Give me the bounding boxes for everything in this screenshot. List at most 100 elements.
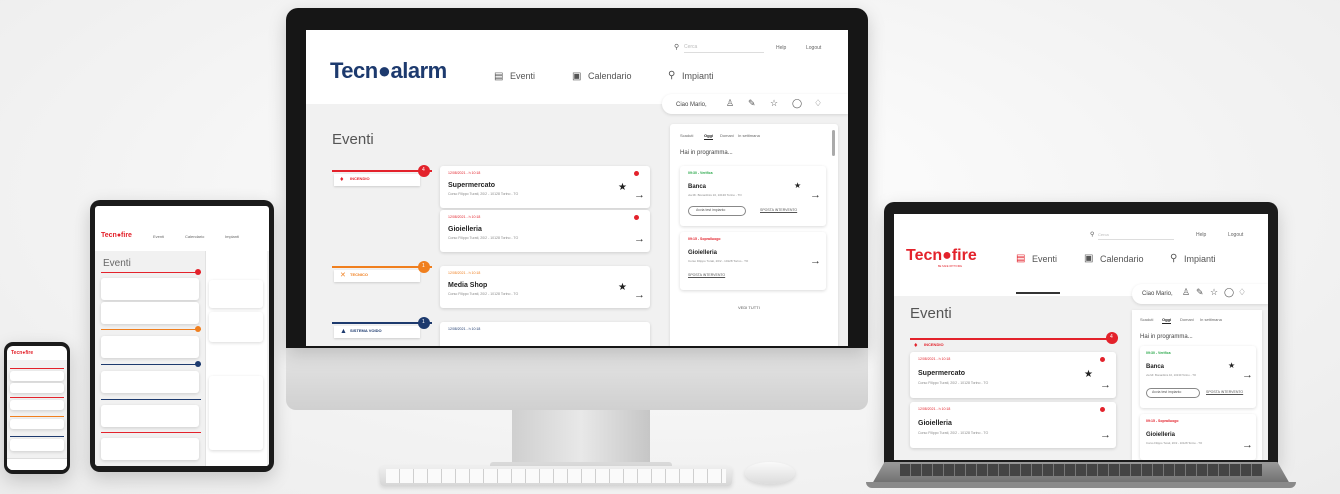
- desktop-screen: Tecn●alarm ▤ Eventi ▣ Calendario ⚲ Impia…: [306, 30, 848, 346]
- side-scrollbar[interactable]: [832, 130, 835, 156]
- tablet-device: Tecn●fire Eventi Calendario Impianti Eve…: [90, 200, 274, 472]
- side-tab[interactable]: In settimana: [1200, 318, 1222, 322]
- desktop-logout-link[interactable]: Logout: [806, 46, 821, 51]
- phone-card: [10, 383, 64, 393]
- laptop-search-input[interactable]: Cerca: [1098, 233, 1174, 240]
- arrow-right-icon[interactable]: →: [1100, 380, 1111, 391]
- desktop-brand-logo[interactable]: Tecn●alarm: [330, 60, 447, 82]
- event-address: Corso Filippo Turati, 20/2 - 10128 Torin…: [918, 431, 989, 435]
- search-icon[interactable]: ⚲: [1090, 232, 1094, 238]
- desktop-device: Tecn●alarm ▤ Eventi ▣ Calendario ⚲ Impia…: [286, 8, 868, 348]
- star-icon[interactable]: ☆: [1210, 288, 1218, 297]
- bell-icon[interactable]: ♢: [814, 99, 822, 108]
- pencil-icon[interactable]: ✎: [748, 99, 756, 108]
- tablet-group-line-fire: [101, 432, 201, 433]
- laptop-nav-calendar[interactable]: Calendario: [1100, 255, 1144, 264]
- tablet-side-card: [209, 376, 263, 450]
- laptop-help-link[interactable]: Help: [1196, 233, 1206, 238]
- tablet-event-card[interactable]: [101, 278, 199, 300]
- desktop-nav-calendar[interactable]: Calendario: [588, 72, 632, 81]
- move-intervention-link[interactable]: SPOSTA INTERVENTO: [1206, 390, 1243, 395]
- bell-icon[interactable]: ♢: [1238, 288, 1246, 297]
- chat-icon[interactable]: ◯: [1224, 288, 1234, 297]
- side-tab[interactable]: Domani: [720, 134, 734, 138]
- laptop-brand-tagline: BE SAFE WITH FIRE: [938, 265, 963, 268]
- favorite-star-icon[interactable]: ★: [618, 283, 627, 293]
- desktop-group-label-fire: [334, 174, 420, 186]
- devices-showcase: Tecn●fire Tecn●fire Eventi Calendario Im…: [0, 0, 1340, 494]
- appointment-title: Gioielleria: [1146, 432, 1176, 438]
- arrow-right-icon[interactable]: →: [1100, 430, 1111, 441]
- laptop-nav-events[interactable]: Eventi: [1032, 255, 1057, 264]
- tablet-event-card[interactable]: [101, 405, 199, 427]
- tablet-nav-events[interactable]: Eventi: [153, 235, 164, 239]
- phone-group-line-system: [10, 436, 64, 437]
- chat-icon[interactable]: ◯: [792, 99, 802, 108]
- tablet-nav-plants[interactable]: Impianti: [225, 235, 239, 239]
- event-date: 12/08/2021 - h 10:18: [918, 357, 951, 361]
- laptop-group-line-fire: [910, 338, 1116, 340]
- laptop-nav-plants[interactable]: Impianti: [1184, 255, 1216, 264]
- phone-card: [10, 371, 64, 381]
- tablet-screen: Tecn●fire Eventi Calendario Impianti Eve…: [95, 206, 269, 466]
- appointment-address: Corso Filippo Turati, 20/2 - 10128 Torin…: [1146, 441, 1203, 445]
- arrow-right-icon[interactable]: →: [810, 256, 821, 267]
- move-intervention-link[interactable]: SPOSTA INTERVENTO: [688, 273, 725, 278]
- side-tab[interactable]: Scaduti: [1140, 318, 1153, 322]
- tablet-group-count: [195, 269, 201, 275]
- tablet-group-line-system: [101, 364, 201, 365]
- favorite-star-icon[interactable]: ★: [1084, 370, 1093, 380]
- tablet-event-card[interactable]: [101, 438, 199, 460]
- desktop-search-input[interactable]: Cerca: [684, 45, 764, 53]
- desktop-help-link[interactable]: Help: [776, 46, 786, 51]
- arrow-right-icon[interactable]: →: [634, 234, 645, 245]
- arrow-right-icon[interactable]: →: [634, 290, 645, 301]
- search-icon[interactable]: ⚲: [674, 44, 679, 51]
- side-appointment-card[interactable]: 09:30 - Verifica Banca via Mr. Bonardini…: [1140, 346, 1256, 408]
- laptop-event-card[interactable]: 12/08/2021 - h 10:18 Supermercato Corso …: [910, 352, 1116, 398]
- side-tab[interactable]: Domani: [1180, 318, 1194, 322]
- move-intervention-link[interactable]: SPOSTA INTERVENTO: [760, 208, 797, 213]
- side-appointment-card[interactable]: 09:30 - Verifica Banca via Mr. Bonardini…: [680, 166, 826, 226]
- favorite-star-icon[interactable]: ★: [1228, 362, 1235, 370]
- appointment-time: 09:15 - Sopralluogo: [688, 237, 721, 241]
- user-icon[interactable]: ♙: [1182, 288, 1190, 297]
- side-appointment-card[interactable]: 09:15 - Sopralluogo Gioielleria Corso Fi…: [680, 232, 826, 290]
- desktop-event-card[interactable]: 12/08/2021 - h 10:18 Media Shop Corso Fi…: [440, 266, 650, 308]
- tablet-nav-calendar[interactable]: Calendario: [185, 235, 204, 239]
- desktop-group-line-fire: [332, 170, 432, 172]
- arrow-right-icon[interactable]: →: [1242, 370, 1253, 381]
- star-icon[interactable]: ☆: [770, 99, 778, 108]
- laptop-logout-link[interactable]: Logout: [1228, 233, 1243, 238]
- arrow-right-icon[interactable]: →: [810, 190, 821, 201]
- laptop-event-card[interactable]: 12/08/2021 - h 10:18 Gioielleria Corso F…: [910, 402, 1116, 448]
- desktop-nav-plants[interactable]: Impianti: [682, 72, 714, 81]
- side-appointment-card[interactable]: 09:15 - Sopralluogo Gioielleria Corso Fi…: [1140, 414, 1256, 460]
- favorite-star-icon[interactable]: ★: [618, 183, 627, 193]
- desktop-event-card[interactable]: 12/08/2021 - h 10:18: [440, 322, 650, 346]
- appointment-title: Banca: [1146, 364, 1165, 370]
- see-all-link[interactable]: VEDI TUTTI: [738, 306, 760, 310]
- tablet-event-card[interactable]: [101, 336, 199, 358]
- appointment-time: 09:30 - Verifica: [1146, 351, 1171, 355]
- phone-screen: Tecn●fire: [7, 346, 67, 470]
- arrow-right-icon[interactable]: →: [1242, 440, 1253, 451]
- laptop-brand-logo[interactable]: Tecn●fire: [906, 248, 977, 264]
- appointment-time: 09:15 - Sopralluogo: [1146, 419, 1179, 423]
- user-icon[interactable]: ♙: [726, 99, 734, 108]
- favorite-star-icon[interactable]: ★: [794, 182, 801, 190]
- laptop-device: Tecn●fire BE SAFE WITH FIRE ▤ Eventi ▣ C…: [884, 202, 1278, 464]
- tablet-event-card[interactable]: [101, 371, 199, 393]
- side-tab[interactable]: In settimana: [738, 134, 760, 138]
- desktop-event-card[interactable]: 12/08/2021 - h 10:18 Supermercato Corso …: [440, 166, 650, 208]
- desktop-nav-events[interactable]: Eventi: [510, 72, 535, 81]
- tablet-event-card[interactable]: [101, 302, 199, 324]
- laptop-group-label: INCENDIO: [924, 342, 944, 347]
- arrow-right-icon[interactable]: →: [634, 190, 645, 201]
- side-tab-active[interactable]: Oggi: [704, 134, 714, 140]
- side-tab-active[interactable]: Oggi: [1162, 318, 1172, 324]
- pencil-icon[interactable]: ✎: [1196, 288, 1204, 297]
- event-date: 12/08/2021 - h 10:18: [448, 171, 481, 175]
- side-tab[interactable]: Scaduti: [680, 134, 693, 138]
- desktop-event-card[interactable]: 12/08/2021 - h 10:18 Gioielleria Corso F…: [440, 210, 650, 252]
